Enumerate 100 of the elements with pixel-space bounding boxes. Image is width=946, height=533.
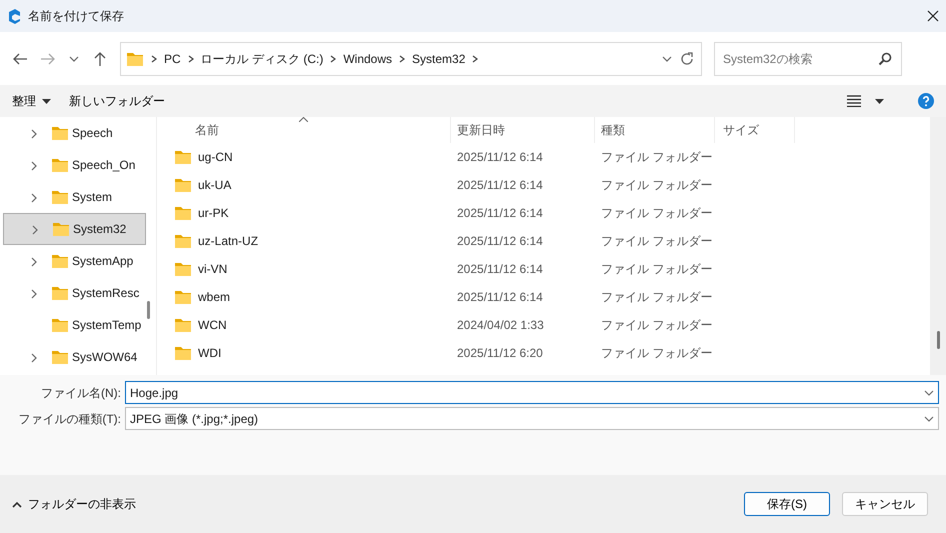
file-name-combobox[interactable]: Hoge.jpg xyxy=(125,381,939,404)
tree-item-label: System32 xyxy=(73,221,126,238)
date-cell-text: 2025/11/12 6:14 xyxy=(456,177,544,194)
file-type-label: ファイルの種類(T): xyxy=(17,410,122,428)
file-name[interactable]: ug-CN xyxy=(198,148,233,166)
type-cell-text: ファイル フォルダー xyxy=(600,205,714,222)
caret-icon xyxy=(42,98,51,104)
folder-icon xyxy=(52,349,69,365)
organize-menu[interactable]: 整理 xyxy=(12,92,51,110)
folder-icon xyxy=(52,125,69,141)
column-header[interactable]: サイズ xyxy=(715,117,795,143)
tree-item-label: Speech xyxy=(72,125,113,142)
column-header[interactable]: 種類 xyxy=(595,117,715,143)
chevron-right-icon xyxy=(471,54,480,64)
file-name[interactable]: ur-PK xyxy=(198,204,229,222)
cancel-button[interactable]: キャンセル xyxy=(842,492,928,516)
folder-icon xyxy=(52,189,69,205)
chevron-right-icon[interactable] xyxy=(31,224,39,235)
date-cell-text: 2025/11/12 6:14 xyxy=(456,289,544,306)
sort-ascending-icon xyxy=(299,117,308,122)
scrollbar-thumb[interactable] xyxy=(147,301,150,319)
chevron-right-icon[interactable] xyxy=(30,128,38,139)
chevron-right-icon[interactable] xyxy=(30,256,38,267)
hide-folders-button[interactable]: フォルダーの非表示 xyxy=(12,495,136,513)
list-view-icon[interactable] xyxy=(847,95,861,107)
chevron-down-icon[interactable] xyxy=(924,414,934,422)
tree-item-label: SystemResc xyxy=(72,285,140,302)
app-icon xyxy=(6,8,22,24)
window-title: 名前を付けて保存 xyxy=(28,8,125,25)
file-name[interactable]: vi-VN xyxy=(198,260,228,278)
folder-icon xyxy=(175,233,192,249)
folder-icon xyxy=(127,50,144,66)
file-type-combobox[interactable]: JPEG 画像 (*.jpg;*.jpeg) xyxy=(125,407,939,430)
file-name-label: ファイル名(N): xyxy=(40,384,122,402)
tree-item-label: System xyxy=(72,189,112,206)
tree-item[interactable]: Speech_On xyxy=(0,149,146,181)
chevron-right-icon xyxy=(398,54,406,64)
folder-icon xyxy=(175,317,192,333)
folder-icon xyxy=(175,205,192,221)
type-cell-text: ファイル フォルダー xyxy=(600,149,714,166)
breadcrumb[interactable]: System32 xyxy=(412,50,466,68)
tree-item-label: SysWOW64 xyxy=(72,349,138,366)
chevron-right-icon xyxy=(329,54,338,64)
type-cell-text: ファイル フォルダー xyxy=(600,317,714,334)
date-cell-text: 2025/11/12 6:20 xyxy=(456,345,544,362)
back-icon[interactable] xyxy=(12,50,28,66)
tree-item[interactable]: SysWOW64 xyxy=(0,341,146,373)
chevron-down-icon[interactable] xyxy=(924,388,934,396)
folder-icon xyxy=(52,285,69,301)
tree-item[interactable]: SystemApp xyxy=(0,245,146,277)
chevron-right-icon[interactable] xyxy=(30,352,38,363)
tree-item-label: SystemTemp xyxy=(72,317,142,334)
tree-item[interactable]: SystemResc xyxy=(0,277,146,309)
column-header[interactable]: 更新日時 xyxy=(451,117,595,143)
chevron-up-icon xyxy=(12,500,22,508)
chevron-right-icon xyxy=(186,54,195,64)
folder-icon xyxy=(53,221,70,237)
breadcrumb[interactable]: PC xyxy=(164,50,181,68)
file-name[interactable]: uk-UA xyxy=(198,176,232,194)
breadcrumb[interactable]: ローカル ディスク (C:) xyxy=(200,50,324,68)
chevron-right-icon[interactable] xyxy=(30,192,38,203)
folder-icon xyxy=(175,261,192,277)
caret-icon[interactable] xyxy=(875,98,884,104)
file-name[interactable]: WDI xyxy=(198,344,222,362)
up-icon[interactable] xyxy=(92,50,108,66)
new-folder-button[interactable]: 新しいフォルダー xyxy=(69,92,165,110)
chevron-right-icon[interactable] xyxy=(30,288,38,299)
folder-icon xyxy=(52,253,69,269)
close-icon[interactable] xyxy=(926,9,940,23)
folder-icon xyxy=(52,317,69,333)
folder-icon xyxy=(175,345,192,361)
chevron-right-icon xyxy=(150,54,158,64)
tree-item[interactable]: System xyxy=(0,181,146,213)
save-button[interactable]: 保存(S) xyxy=(744,492,830,516)
field-value: JPEG 画像 (*.jpg;*.jpeg) xyxy=(130,410,260,428)
type-cell-text: ファイル フォルダー xyxy=(600,233,714,250)
file-name[interactable]: WCN xyxy=(198,316,227,334)
tree-item[interactable]: System32 xyxy=(3,213,146,245)
scrollbar[interactable] xyxy=(930,117,946,375)
refresh-icon[interactable] xyxy=(679,50,695,66)
type-cell-text: ファイル フォルダー xyxy=(600,177,714,194)
tree-item[interactable]: SystemTemp xyxy=(0,309,146,341)
date-cell-text: 2025/11/12 6:14 xyxy=(456,261,544,278)
type-cell-text: ファイル フォルダー xyxy=(600,261,714,278)
folder-icon xyxy=(175,177,192,193)
address-bar[interactable]: PC ローカル ディスク (C:) Windows System32 xyxy=(120,42,702,76)
file-name[interactable]: uz-Latn-UZ xyxy=(198,232,258,250)
folder-icon xyxy=(175,289,192,305)
search-icon[interactable] xyxy=(878,52,892,66)
folder-icon xyxy=(175,149,192,165)
tree-item-label: SystemApp xyxy=(72,253,134,270)
breadcrumb[interactable]: Windows xyxy=(343,50,392,68)
column-header[interactable]: 名前 xyxy=(175,117,451,143)
search-field[interactable]: System32の検索 xyxy=(714,42,902,76)
chevron-right-icon[interactable] xyxy=(30,160,38,171)
tree-item[interactable]: Speech xyxy=(0,117,146,149)
folder-icon xyxy=(52,157,69,173)
help-icon[interactable] xyxy=(918,93,934,109)
field-value: Hoge.jpg xyxy=(130,384,180,402)
file-name[interactable]: wbem xyxy=(198,288,230,306)
